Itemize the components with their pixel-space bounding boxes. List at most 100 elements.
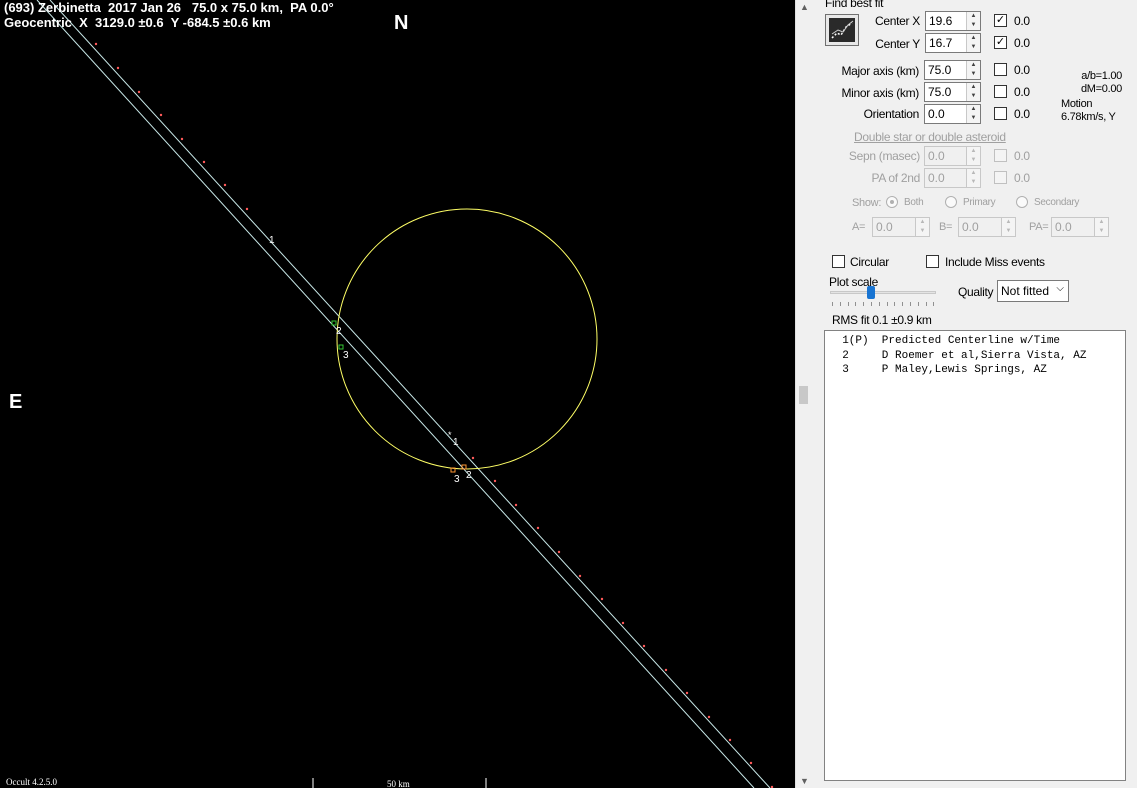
timing-dot xyxy=(664,668,668,672)
b-spinbox[interactable]: 0.0 ▲ ▼ xyxy=(958,217,1016,237)
predicted-center-star: * xyxy=(448,430,452,440)
major-axis-spinbox[interactable]: 75.0 ▲ ▼ xyxy=(924,60,981,80)
scroll-down-icon[interactable]: ▼ xyxy=(796,774,813,788)
spin-up-icon[interactable]: ▲ xyxy=(967,34,980,43)
chord-label-pre-1: 1 xyxy=(269,235,275,246)
slider-tick xyxy=(902,302,904,306)
center-y-uncertainty: 0.0 xyxy=(1014,36,1030,50)
slider-tick xyxy=(894,302,896,306)
pa2-value: 0.0 xyxy=(928,171,945,185)
list-item[interactable]: 2 D Roemer et al,Sierra Vista, AZ xyxy=(829,349,1125,364)
timing-dot xyxy=(180,137,184,141)
spin-down-icon[interactable]: ▼ xyxy=(967,70,980,79)
minor-axis-checkbox[interactable] xyxy=(994,85,1007,98)
spin-down-icon[interactable]: ▼ xyxy=(967,21,980,30)
spin-down-icon[interactable]: ▼ xyxy=(967,156,980,165)
pa-spinbox[interactable]: 0.0 ▲ ▼ xyxy=(1051,217,1109,237)
orientation-checkbox[interactable] xyxy=(994,107,1007,120)
center-x-checkbox[interactable]: ✓ xyxy=(994,14,1007,27)
a-spinbox[interactable]: 0.0 ▲ ▼ xyxy=(872,217,930,237)
spin-down-icon[interactable]: ▼ xyxy=(967,178,980,187)
spin-down-icon[interactable]: ▼ xyxy=(967,92,980,101)
major-axis-uncertainty: 0.0 xyxy=(1014,63,1030,77)
include-miss-label: Include Miss events xyxy=(945,255,1045,269)
list-item[interactable]: 3 P Maley,Lewis Springs, AZ xyxy=(829,363,1125,378)
sepn-spinbox[interactable]: 0.0 ▲ ▼ xyxy=(924,146,981,166)
chord-label-pre-2: 2 xyxy=(336,326,342,337)
east-label: E xyxy=(9,391,23,413)
circular-checkbox[interactable] xyxy=(832,255,845,268)
occultation-plot[interactable]: * 1 2 3 1 2 3 (693) Zerbinetta 2017 Jan … xyxy=(0,0,795,788)
spin-up-icon[interactable]: ▲ xyxy=(967,83,980,92)
slider-tick xyxy=(933,302,935,306)
a-label: A= xyxy=(852,221,866,233)
scroll-thumb[interactable] xyxy=(799,386,808,404)
spin-down-icon[interactable]: ▼ xyxy=(1002,227,1015,236)
dm-value: dM=0.00 xyxy=(1080,83,1122,95)
list-item[interactable]: 1(P) Predicted Centerline w/Time xyxy=(829,334,1125,349)
chord-line-3 xyxy=(36,0,755,788)
timing-dot xyxy=(600,597,604,601)
slider-tick xyxy=(910,302,911,306)
slider-tick xyxy=(863,302,865,306)
center-x-spinbox[interactable]: 19.6 ▲ ▼ xyxy=(925,11,981,31)
slider-tick xyxy=(855,302,857,306)
timing-dot xyxy=(728,738,732,742)
center-y-spinbox[interactable]: 16.7 ▲ ▼ xyxy=(925,33,981,53)
sepn-label: Sepn (masec) xyxy=(848,149,920,163)
pa2-label: PA of 2nd xyxy=(871,171,921,185)
timing-dot xyxy=(707,715,711,719)
plot-vertical-scrollbar[interactable]: ▲ ▼ xyxy=(795,0,812,788)
spin-up-icon[interactable]: ▲ xyxy=(967,105,980,114)
spin-down-icon[interactable]: ▼ xyxy=(1095,227,1108,236)
slider-tick xyxy=(925,302,927,306)
spin-up-icon[interactable]: ▲ xyxy=(1002,218,1015,227)
major-axis-value: 75.0 xyxy=(928,63,952,77)
timing-dot xyxy=(493,479,497,483)
spin-down-icon[interactable]: ▼ xyxy=(967,43,980,52)
include-miss-checkbox[interactable] xyxy=(926,255,939,268)
center-x-value: 19.6 xyxy=(929,14,953,28)
center-y-checkbox[interactable]: ✓ xyxy=(994,36,1007,49)
sepn-checkbox[interactable] xyxy=(994,149,1007,162)
orientation-label: Orientation xyxy=(863,107,920,121)
rms-fit: RMS fit 0.1 ±0.9 km xyxy=(832,313,932,327)
b-value: 0.0 xyxy=(962,220,979,234)
pa2-checkbox[interactable] xyxy=(994,171,1007,184)
spin-up-icon[interactable]: ▲ xyxy=(967,147,980,156)
slider-tick xyxy=(839,302,841,306)
show-primary-radio[interactable] xyxy=(945,196,957,208)
major-axis-checkbox[interactable] xyxy=(994,63,1007,76)
orientation-spinbox[interactable]: 0.0 ▲ ▼ xyxy=(924,104,981,124)
pa2-uncertainty: 0.0 xyxy=(1014,171,1030,185)
pa-value: 0.0 xyxy=(1055,220,1072,234)
show-secondary-radio[interactable] xyxy=(1016,196,1028,208)
spin-up-icon[interactable]: ▲ xyxy=(1095,218,1108,227)
spin-down-icon[interactable]: ▼ xyxy=(916,227,929,236)
double-star-link[interactable]: Double star or double asteroid xyxy=(854,130,1006,144)
spin-up-icon[interactable]: ▲ xyxy=(967,12,980,21)
center-x-uncertainty: 0.0 xyxy=(1014,14,1030,28)
center-y-label: Center Y xyxy=(875,37,920,51)
scroll-up-icon[interactable]: ▲ xyxy=(796,0,813,14)
sepn-value: 0.0 xyxy=(928,149,945,163)
plot-scale-slider-track[interactable] xyxy=(830,291,936,294)
event-list[interactable]: 1(P) Predicted Centerline w/Time 2 D Roe… xyxy=(824,330,1126,781)
spin-up-icon[interactable]: ▲ xyxy=(967,61,980,70)
plot-scale-slider-thumb[interactable] xyxy=(867,286,875,299)
quality-select[interactable]: Not fitted ⌵ xyxy=(997,280,1069,302)
station-3-marker-disappear xyxy=(338,344,344,350)
quality-value: Not fitted xyxy=(1001,284,1050,298)
slider-tick xyxy=(832,302,833,306)
spin-up-icon[interactable]: ▲ xyxy=(916,218,929,227)
spin-down-icon[interactable]: ▼ xyxy=(967,114,980,123)
show-secondary-label: Secondary xyxy=(1034,197,1080,208)
minor-axis-spinbox[interactable]: 75.0 ▲ ▼ xyxy=(924,82,981,102)
pa2-spinbox[interactable]: 0.0 ▲ ▼ xyxy=(924,168,981,188)
chevron-down-icon: ⌵ xyxy=(1056,283,1064,294)
show-both-radio[interactable] xyxy=(886,196,898,208)
timing-dot xyxy=(514,503,518,507)
center-x-label: Center X xyxy=(875,14,920,28)
spin-up-icon[interactable]: ▲ xyxy=(967,169,980,178)
chord-line-2 xyxy=(49,0,771,788)
